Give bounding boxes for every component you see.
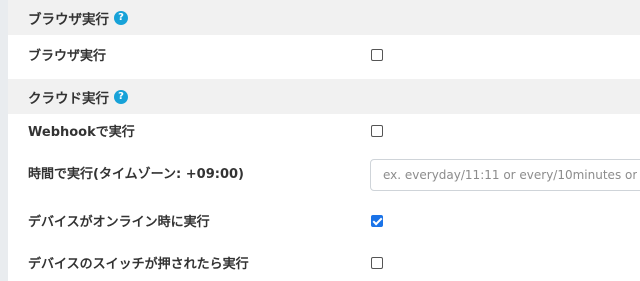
device-online-run-label: デバイスがオンライン時に実行	[28, 215, 210, 230]
cloud-run-section-header: クラウド実行 ?	[8, 79, 640, 114]
schedule-run-label: 時間で実行(タイムゾーン: +09:00)	[28, 167, 244, 182]
section-title: クラウド実行	[28, 90, 109, 107]
webhook-run-label: Webhookで実行	[28, 125, 135, 140]
browser-run-label: ブラウザ実行	[28, 49, 107, 64]
browser-run-section-header: ブラウザ実行 ?	[8, 0, 640, 35]
run-settings-panel: ブラウザ実行 ? ブラウザ実行 クラウド実行 ? Webhookで実行 時間で実…	[8, 0, 640, 281]
question-circle-icon[interactable]: ?	[114, 10, 128, 25]
section-title: ブラウザ実行	[28, 11, 109, 28]
webhook-run-checkbox[interactable]	[371, 125, 383, 137]
device-switch-run-label: デバイスのスイッチが押されたら実行	[28, 257, 249, 272]
browser-run-checkbox[interactable]	[371, 49, 383, 61]
question-circle-icon[interactable]: ?	[114, 89, 128, 104]
device-switch-run-checkbox[interactable]	[371, 257, 383, 269]
device-online-run-checkbox[interactable]	[371, 215, 383, 227]
schedule-input[interactable]	[370, 159, 640, 191]
